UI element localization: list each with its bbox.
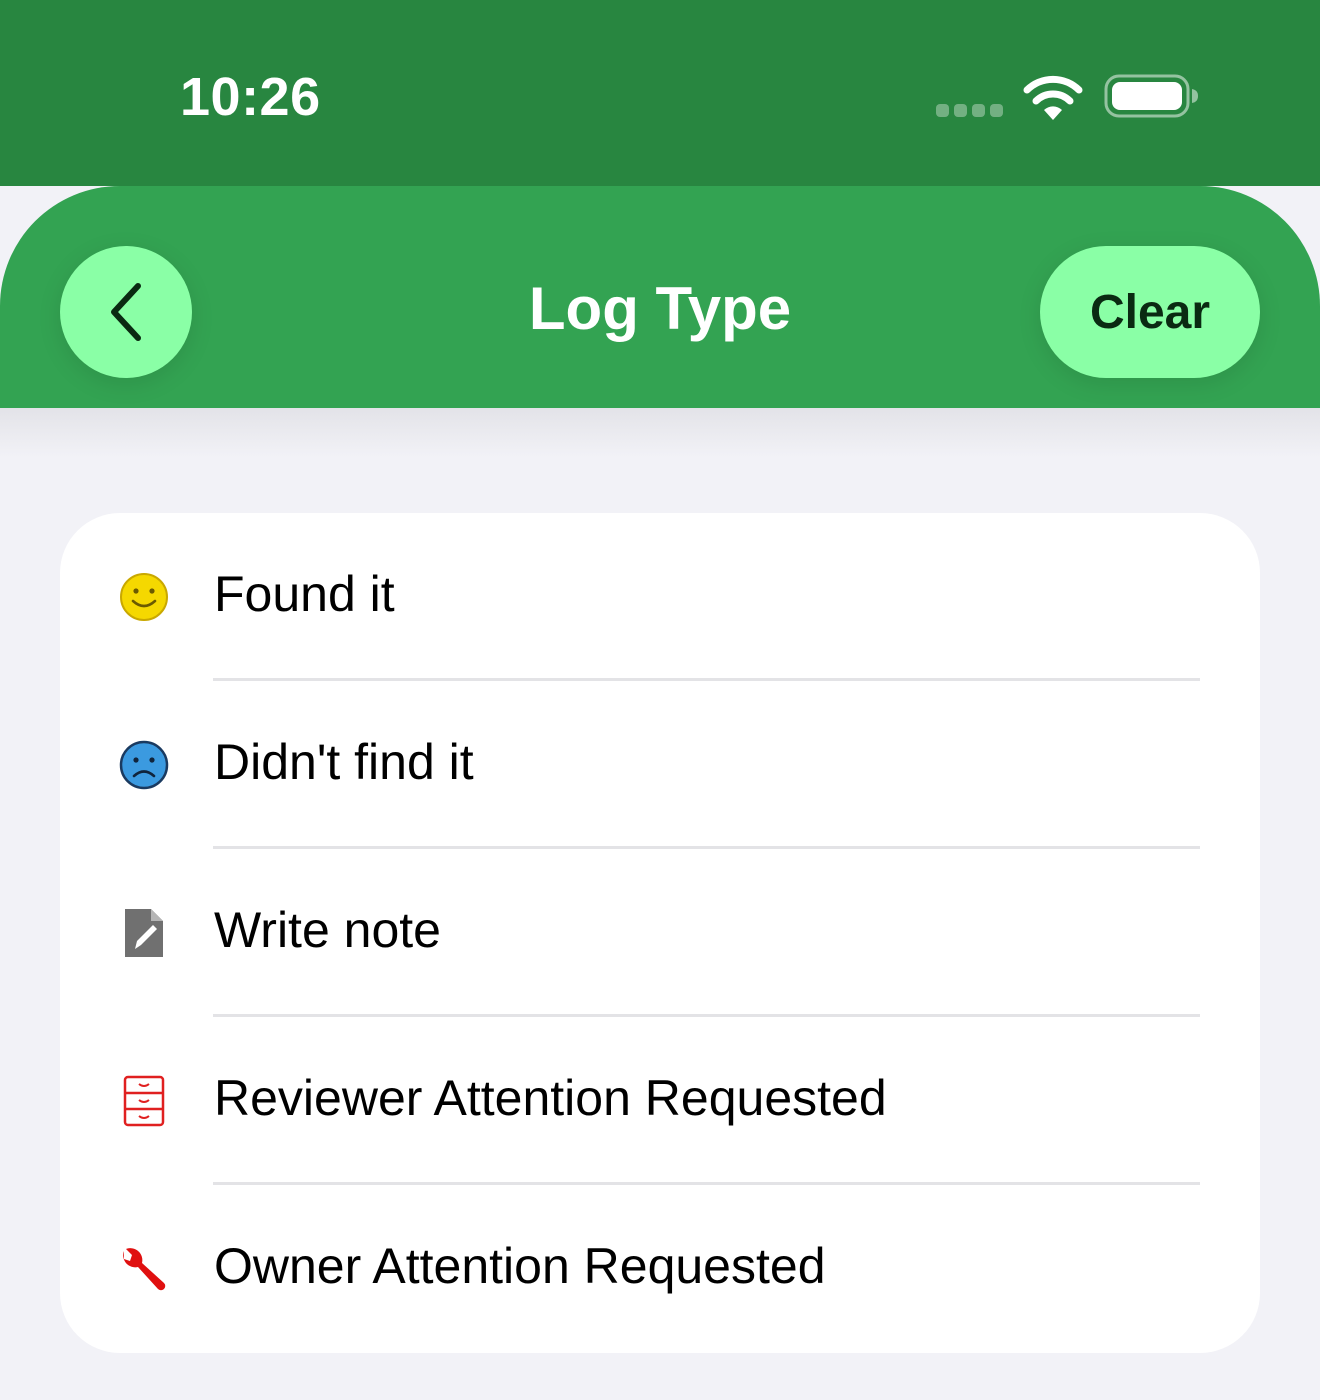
navigation-bar: Log Type Clear <box>0 186 1320 408</box>
battery-icon <box>1104 74 1198 118</box>
wifi-icon <box>1023 75 1083 120</box>
cellular-signal-icon <box>936 104 1004 118</box>
log-type-label: Didn't find it <box>214 734 474 790</box>
log-type-label: Owner Attention Requested <box>214 1238 826 1294</box>
log-type-label: Reviewer Attention Requested <box>214 1070 887 1126</box>
back-button[interactable] <box>60 246 192 378</box>
smiley-face-icon <box>118 571 170 623</box>
log-type-label: Write note <box>214 902 441 958</box>
chevron-left-icon <box>111 283 141 341</box>
page-title: Log Type <box>528 275 792 342</box>
log-type-list: Found it Didn't find it Write note Revie… <box>60 513 1260 1353</box>
clear-button[interactable]: Clear <box>1040 246 1260 378</box>
log-type-found-it[interactable]: Found it <box>60 513 1260 681</box>
wrench-icon <box>118 1243 170 1295</box>
log-type-write-note[interactable]: Write note <box>60 849 1260 1017</box>
note-pencil-icon <box>118 907 170 959</box>
frowning-face-icon <box>118 739 170 791</box>
log-type-label: Found it <box>214 566 395 622</box>
status-bar: 10:26 <box>0 0 1320 186</box>
log-type-owner-attention[interactable]: Owner Attention Requested <box>60 1185 1260 1353</box>
nav-shadow <box>0 408 1320 458</box>
status-time: 10:26 <box>180 67 321 127</box>
log-type-didnt-find-it[interactable]: Didn't find it <box>60 681 1260 849</box>
log-type-reviewer-attention[interactable]: Reviewer Attention Requested <box>60 1017 1260 1185</box>
filing-cabinet-icon <box>118 1075 170 1127</box>
